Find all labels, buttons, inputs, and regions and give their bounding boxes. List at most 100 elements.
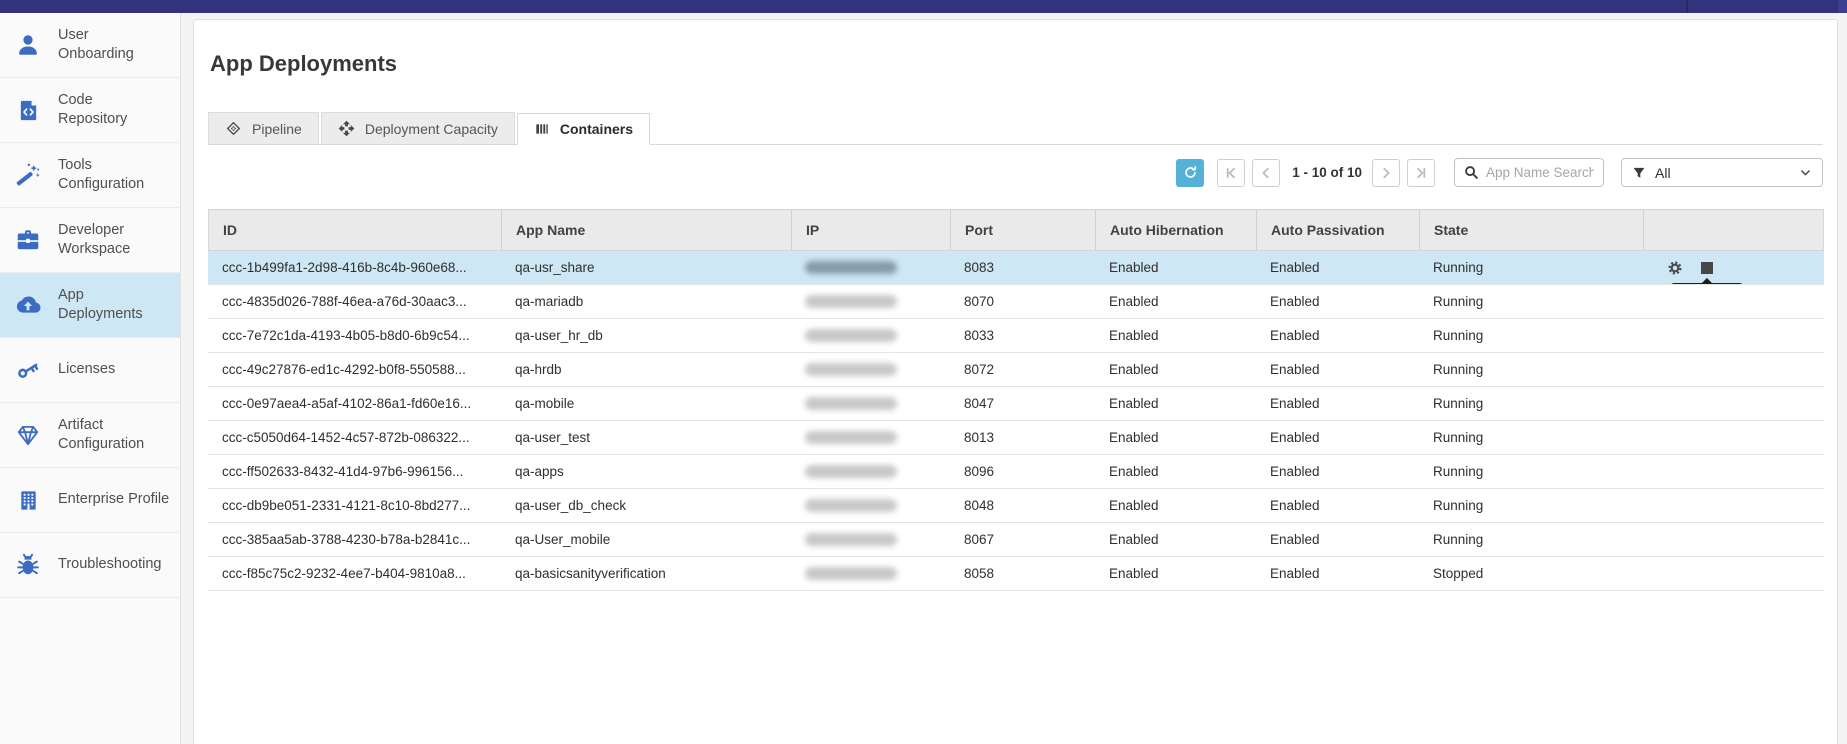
column-header-port: Port bbox=[951, 210, 1096, 250]
column-header-actions bbox=[1644, 210, 1825, 250]
cell-port: 8033 bbox=[950, 319, 1095, 352]
tab-containers[interactable]: Containers bbox=[517, 113, 650, 145]
app-name-search-box bbox=[1454, 158, 1604, 187]
redacted-ip bbox=[805, 567, 897, 580]
table-row[interactable]: ccc-49c27876-ed1c-4292-b0f8-550588... qa… bbox=[208, 353, 1824, 387]
sidebar-item-label: DeveloperWorkspace bbox=[58, 221, 130, 259]
cell-ip bbox=[791, 455, 950, 488]
cell-ip bbox=[791, 557, 950, 590]
chevron-down-icon bbox=[1799, 166, 1812, 179]
cell-ip bbox=[791, 319, 950, 352]
filter-selected-value: All bbox=[1655, 165, 1671, 181]
cell-id: ccc-7e72c1da-4193-4b05-b8d0-6b9c54... bbox=[208, 319, 501, 352]
table-row[interactable]: ccc-db9be051-2331-4121-8c10-8bd277... qa… bbox=[208, 489, 1824, 523]
main-content-card: App Deployments Pipeline Deployment Capa… bbox=[193, 19, 1838, 744]
sidebar-item-code-repository[interactable]: CodeRepository bbox=[0, 78, 180, 143]
settings-gear-icon[interactable] bbox=[1667, 260, 1683, 276]
column-header-app-name: App Name bbox=[502, 210, 792, 250]
cell-app-name: qa-User_mobile bbox=[501, 523, 791, 556]
cell-app-name: qa-hrdb bbox=[501, 353, 791, 386]
hibernate-stop-icon[interactable] bbox=[1701, 262, 1713, 274]
cell-auto-passivation: Enabled bbox=[1256, 455, 1419, 488]
move-icon bbox=[338, 120, 355, 137]
cell-actions bbox=[1643, 285, 1824, 318]
topbar-divider bbox=[1686, 0, 1688, 13]
tab-deployment-capacity[interactable]: Deployment Capacity bbox=[321, 112, 515, 144]
sidebar-item-enterprise-profile[interactable]: Enterprise Profile bbox=[0, 468, 180, 533]
redacted-ip bbox=[805, 465, 897, 478]
table-row[interactable]: ccc-f85c75c2-9232-4ee7-b404-9810a8... qa… bbox=[208, 557, 1824, 591]
cell-ip bbox=[791, 387, 950, 420]
cell-port: 8083 bbox=[950, 251, 1095, 284]
cell-id: ccc-f85c75c2-9232-4ee7-b404-9810a8... bbox=[208, 557, 501, 590]
redacted-ip bbox=[805, 329, 897, 342]
cell-port: 8067 bbox=[950, 523, 1095, 556]
cell-state: Running bbox=[1419, 353, 1643, 386]
sidebar-item-app-deployments[interactable]: AppDeployments bbox=[0, 273, 180, 338]
redacted-ip bbox=[805, 397, 897, 410]
cell-auto-hibernation: Enabled bbox=[1095, 455, 1256, 488]
cell-actions bbox=[1643, 353, 1824, 386]
table-row[interactable]: ccc-ff502633-8432-41d4-97b6-996156... qa… bbox=[208, 455, 1824, 489]
sidebar-item-tools-configuration[interactable]: ToolsConfiguration bbox=[0, 143, 180, 208]
cell-state: Running bbox=[1419, 319, 1643, 352]
cell-app-name: qa-basicsanityverification bbox=[501, 557, 791, 590]
cell-auto-passivation: Enabled bbox=[1256, 489, 1419, 522]
cell-app-name: qa-user_db_check bbox=[501, 489, 791, 522]
column-header-auto-hibernation: Auto Hibernation bbox=[1096, 210, 1257, 250]
table-row[interactable]: ccc-1b499fa1-2d98-416b-8c4b-960e68... qa… bbox=[208, 251, 1824, 285]
next-page-button[interactable] bbox=[1372, 159, 1400, 187]
table-row[interactable]: ccc-385aa5ab-3788-4230-b78a-b2841c... qa… bbox=[208, 523, 1824, 557]
tab-label: Pipeline bbox=[252, 121, 302, 137]
column-header-id: ID bbox=[209, 210, 502, 250]
first-page-button[interactable] bbox=[1217, 159, 1245, 187]
last-page-button[interactable] bbox=[1407, 159, 1435, 187]
cell-state: Running bbox=[1419, 523, 1643, 556]
table-header-row: ID App Name IP Port Auto Hibernation Aut… bbox=[208, 209, 1824, 251]
cell-state: Running bbox=[1419, 455, 1643, 488]
table-row[interactable]: ccc-0e97aea4-a5af-4102-86a1-fd60e16... q… bbox=[208, 387, 1824, 421]
cell-app-name: qa-mariadb bbox=[501, 285, 791, 318]
sidebar-item-label: ArtifactConfiguration bbox=[58, 416, 144, 454]
sidebar-item-licenses[interactable]: Licenses bbox=[0, 338, 180, 403]
cell-state: Stopped bbox=[1419, 557, 1643, 590]
previous-page-button[interactable] bbox=[1252, 159, 1280, 187]
cell-state: Running bbox=[1419, 251, 1643, 284]
filter-dropdown[interactable]: All bbox=[1621, 158, 1823, 187]
sidebar-item-user-onboarding[interactable]: UserOnboarding bbox=[0, 13, 180, 78]
page-title: App Deployments bbox=[210, 51, 1823, 77]
code-file-icon bbox=[13, 98, 43, 123]
table-toolbar: 1 - 10 of 10 All bbox=[208, 157, 1823, 188]
cell-ip bbox=[791, 285, 950, 318]
table-row[interactable]: ccc-c5050d64-1452-4c57-872b-086322... qa… bbox=[208, 421, 1824, 455]
search-input[interactable] bbox=[1486, 165, 1594, 180]
cloud-upload-icon bbox=[13, 292, 43, 318]
column-header-ip: IP bbox=[792, 210, 951, 250]
table-row[interactable]: ccc-7e72c1da-4193-4b05-b8d0-6b9c54... qa… bbox=[208, 319, 1824, 353]
cell-auto-passivation: Enabled bbox=[1256, 523, 1419, 556]
cell-auto-hibernation: Enabled bbox=[1095, 557, 1256, 590]
last-page-icon bbox=[1414, 166, 1428, 180]
cell-auto-passivation: Enabled bbox=[1256, 557, 1419, 590]
tab-label: Containers bbox=[560, 121, 633, 137]
cell-auto-passivation: Enabled bbox=[1256, 319, 1419, 352]
cell-id: ccc-385aa5ab-3788-4230-b78a-b2841c... bbox=[208, 523, 501, 556]
cell-app-name: qa-user_test bbox=[501, 421, 791, 454]
cell-app-name: qa-usr_share bbox=[501, 251, 791, 284]
cell-port: 8096 bbox=[950, 455, 1095, 488]
sidebar-item-artifact-configuration[interactable]: ArtifactConfiguration bbox=[0, 403, 180, 468]
cell-id: ccc-c5050d64-1452-4c57-872b-086322... bbox=[208, 421, 501, 454]
cell-id: ccc-4835d026-788f-46ea-a76d-30aac3... bbox=[208, 285, 501, 318]
sidebar-item-label: AppDeployments bbox=[58, 286, 143, 324]
cell-app-name: qa-apps bbox=[501, 455, 791, 488]
refresh-button[interactable] bbox=[1176, 159, 1204, 187]
redacted-ip bbox=[805, 363, 897, 376]
column-header-auto-passivation: Auto Passivation bbox=[1257, 210, 1420, 250]
cell-id: ccc-1b499fa1-2d98-416b-8c4b-960e68... bbox=[208, 251, 501, 284]
chevron-right-icon bbox=[1379, 166, 1393, 180]
tab-pipeline[interactable]: Pipeline bbox=[208, 112, 319, 144]
table-row[interactable]: ccc-4835d026-788f-46ea-a76d-30aac3... qa… bbox=[208, 285, 1824, 319]
sidebar-item-developer-workspace[interactable]: DeveloperWorkspace bbox=[0, 208, 180, 273]
sidebar-item-troubleshooting[interactable]: Troubleshooting bbox=[0, 533, 180, 598]
redacted-ip bbox=[805, 431, 897, 444]
